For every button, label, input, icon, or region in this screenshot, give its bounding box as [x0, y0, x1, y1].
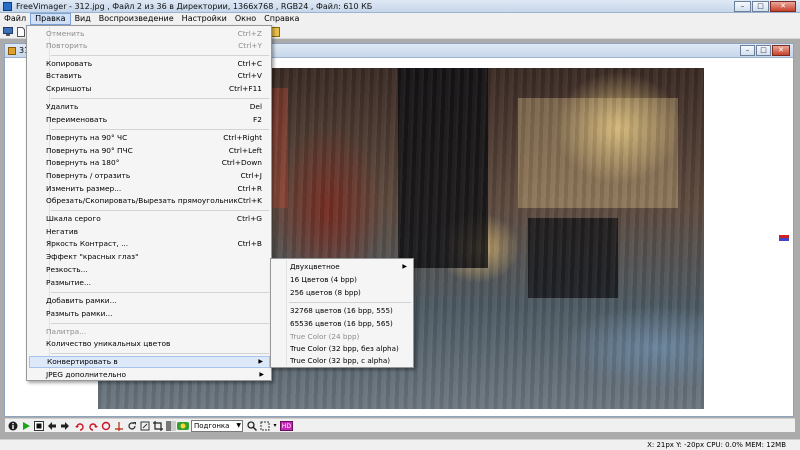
new-file-icon[interactable] [16, 27, 26, 37]
menu-item-jpeg-advanced[interactable]: JPEG дополнительно ▶ [29, 369, 270, 381]
menu-separator [51, 55, 269, 56]
edit-menu: Отменить Ctrl+Z Повторить Ctrl+Y Копироват… [26, 25, 272, 381]
monitor-icon[interactable] [3, 27, 13, 37]
chevron-down-icon: ▼ [236, 422, 241, 429]
image-window-controls: – □ ✕ [740, 45, 790, 56]
menu-separator [51, 129, 269, 130]
arrow-left-icon[interactable] [47, 421, 57, 431]
menu-item-rotate-flip[interactable]: Повернуть / отразить Ctrl+J [29, 170, 270, 182]
menu-bar: Файл Правка Вид Воспроизведение Настройк… [0, 13, 800, 25]
child-maximize-button[interactable]: □ [756, 45, 771, 56]
zoom-select-value: Подгонка [194, 422, 230, 430]
convert-submenu: Двухцветное ▶ 16 Цветов (4 bpp) 256 цвето… [270, 258, 414, 368]
menu-item-blur-borders[interactable]: Размыть рамки... [29, 308, 270, 320]
menu-item-sharpen[interactable]: Резкость... [29, 264, 270, 276]
submenu-item-two-color[interactable]: Двухцветное ▶ [273, 261, 412, 273]
hd-badge[interactable]: HD [280, 421, 293, 431]
menu-item-redo[interactable]: Повторить Ctrl+Y [29, 40, 270, 52]
menu-separator [51, 210, 269, 211]
menu-item-copy[interactable]: Копировать Ctrl+C [29, 58, 270, 70]
rotate-ccw-icon[interactable] [88, 421, 98, 431]
child-minimize-button[interactable]: – [740, 45, 755, 56]
menu-item-crop[interactable]: Обрезать/Скопировать/Вырезать прямоуголь… [29, 195, 270, 207]
color-icon[interactable] [177, 421, 189, 431]
title-bar: FreeVimager - 312.jpg , Файл 2 из 36 в Д… [0, 0, 800, 13]
menu-item-red-eye[interactable]: Эффект "красных глаз" [29, 251, 270, 263]
close-button[interactable]: ✕ [770, 1, 796, 12]
menu-file[interactable]: Файл [0, 13, 30, 25]
menu-item-rename[interactable]: Переименовать F2 [29, 114, 270, 126]
menu-item-brightness-contrast[interactable]: Яркость Контраст, ... Ctrl+B [29, 238, 270, 250]
view-marker [779, 235, 789, 241]
refresh-icon[interactable] [127, 421, 137, 431]
resize-icon[interactable] [140, 421, 150, 431]
menu-item-grayscale[interactable]: Шкала серого Ctrl+G [29, 213, 270, 225]
arrow-right-icon[interactable] [60, 421, 70, 431]
submenu-item-16-colors[interactable]: 16 Цветов (4 bpp) [273, 274, 412, 286]
menu-item-convert-to[interactable]: Конвертировать в ▶ [29, 356, 270, 368]
menu-item-rotate-cw[interactable]: Повернуть на 90° ЧС Ctrl+Right [29, 132, 270, 144]
menu-playback[interactable]: Воспроизведение [95, 13, 178, 25]
menu-separator [289, 302, 411, 303]
play-icon[interactable] [21, 421, 31, 431]
menu-item-rotate-ccw[interactable]: Повернуть на 90° ПЧС Ctrl+Left [29, 145, 270, 157]
submenu-arrow-icon: ▶ [402, 263, 407, 270]
status-readout: X: 21px Y: -20px CPU: 0.0% MEM: 12MB [647, 441, 786, 449]
rotate-180-icon[interactable] [101, 421, 111, 431]
submenu-item-truecolor-32-alpha[interactable]: True Color (32 bpp, с alpha) [273, 355, 412, 367]
info-icon[interactable] [8, 421, 18, 431]
crop-icon[interactable] [153, 421, 163, 431]
submenu-arrow-icon: ▶ [259, 371, 264, 378]
flip-icon[interactable] [114, 421, 124, 431]
magnifier-icon[interactable] [247, 421, 258, 432]
menu-item-blur[interactable]: Размытие... [29, 277, 270, 289]
menu-item-rotate-180[interactable]: Повернуть на 180° Ctrl+Down [29, 157, 270, 169]
menu-item-unique-colors[interactable]: Количество уникальных цветов [29, 338, 270, 350]
menu-item-delete[interactable]: Удалить Del [29, 101, 270, 113]
submenu-item-truecolor-24[interactable]: True Color (24 bpp) [273, 331, 412, 343]
menu-item-add-borders[interactable]: Добавить рамки... [29, 295, 270, 307]
menu-help[interactable]: Справка [260, 13, 303, 25]
rotate-cw-icon[interactable] [75, 421, 85, 431]
menu-item-paste[interactable]: Вставить Ctrl+V [29, 70, 270, 82]
app-icon [3, 2, 12, 11]
maximize-button[interactable]: □ [752, 1, 769, 12]
grayscale-icon[interactable] [166, 421, 176, 431]
selection-icon[interactable] [260, 421, 270, 431]
minimize-button[interactable]: – [734, 1, 751, 12]
menu-window[interactable]: Окно [231, 13, 260, 25]
menu-separator [51, 98, 269, 99]
menu-separator [51, 323, 269, 324]
menu-item-undo[interactable]: Отменить Ctrl+Z [29, 28, 270, 40]
submenu-item-65536-colors[interactable]: 65536 цветов (16 bpp, 565) [273, 318, 412, 330]
menu-edit[interactable]: Правка [30, 13, 71, 25]
menu-item-palette[interactable]: Палитра... [29, 326, 270, 338]
submenu-item-truecolor-32-no-alpha[interactable]: True Color (32 bpp, без alpha) [273, 343, 412, 355]
child-close-button[interactable]: ✕ [772, 45, 790, 56]
image-file-icon [8, 47, 16, 55]
menu-item-resize[interactable]: Изменить размер... Ctrl+R [29, 183, 270, 195]
menu-settings[interactable]: Настройки [178, 13, 231, 25]
window-controls: – □ ✕ [734, 1, 796, 12]
submenu-arrow-icon: ▶ [258, 358, 263, 365]
bottom-toolbar: Подгонка ▼ ▾ HD [5, 418, 795, 432]
menu-item-screenshots[interactable]: Скриншоты Ctrl+F11 [29, 83, 270, 95]
stop-icon[interactable] [34, 421, 44, 431]
submenu-item-32768-colors[interactable]: 32768 цветов (16 bpp, 555) [273, 305, 412, 317]
status-bar: X: 21px Y: -20px CPU: 0.0% MEM: 12MB [0, 439, 800, 450]
menu-separator [51, 353, 269, 354]
zoom-select[interactable]: Подгонка ▼ [191, 420, 243, 432]
selection-dropdown-icon[interactable]: ▾ [270, 421, 280, 431]
submenu-item-256-colors[interactable]: 256 цветов (8 bpp) [273, 287, 412, 299]
menu-item-negative[interactable]: Негатив [29, 226, 270, 238]
menu-view[interactable]: Вид [71, 13, 95, 25]
window-title: FreeVimager - 312.jpg , Файл 2 из 36 в Д… [16, 2, 373, 11]
menu-separator [51, 292, 269, 293]
